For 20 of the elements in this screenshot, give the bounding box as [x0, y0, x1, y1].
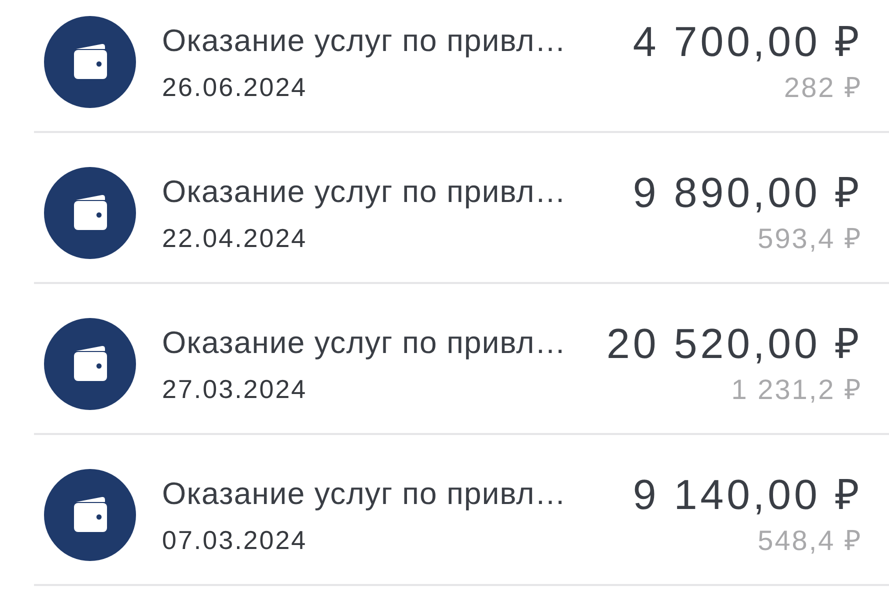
wallet-icon — [44, 16, 136, 108]
secondary-amount: 282 ₽ — [784, 71, 862, 105]
transaction-amount: 9 890,00 ₽ — [632, 170, 862, 216]
transaction-title: Оказание услуг по привл… — [162, 324, 568, 362]
secondary-amount: 548,4 ₽ — [758, 524, 862, 558]
transaction-title: Оказание услуг по привл… — [162, 173, 568, 211]
transaction-amount: 4 700,00 ₽ — [632, 19, 862, 65]
transaction-date: 07.03.2024 — [162, 524, 308, 557]
transaction-date: 27.03.2024 — [162, 373, 308, 406]
transaction-amount: 20 520,00 ₽ — [606, 321, 862, 367]
wallet-icon — [44, 469, 136, 561]
wallet-icon — [44, 167, 136, 259]
transaction-date: 26.06.2024 — [162, 71, 308, 104]
secondary-amount: 593,4 ₽ — [758, 222, 862, 256]
transaction-title: Оказание услуг по привл… — [162, 22, 568, 60]
transaction-title: Оказание услуг по привл… — [162, 475, 568, 513]
secondary-amount: 1 231,2 ₽ — [731, 373, 862, 407]
transaction-amount: 9 140,00 ₽ — [632, 472, 862, 518]
wallet-icon — [44, 318, 136, 410]
transaction-date: 22.04.2024 — [162, 222, 308, 255]
